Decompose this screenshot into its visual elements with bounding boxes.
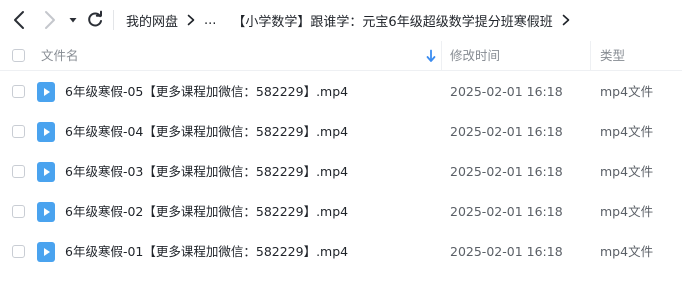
chevron-left-icon — [14, 11, 24, 29]
file-row[interactable]: 6年级寒假-01【更多课程加微信：582229】.mp4 2025-02-01 … — [0, 232, 682, 272]
breadcrumb-item-root[interactable]: 我的网盘 — [126, 11, 178, 30]
file-name[interactable]: 6年级寒假-04【更多课程加微信：582229】.mp4 — [65, 112, 348, 152]
file-type: mp4文件 — [600, 164, 654, 179]
caret-down-icon — [69, 18, 77, 23]
column-divider[interactable] — [590, 41, 591, 71]
video-file-icon — [37, 82, 55, 102]
file-row[interactable]: 6年级寒假-03【更多课程加微信：582229】.mp4 2025-02-01 … — [0, 152, 682, 192]
refresh-icon — [88, 10, 102, 27]
toolbar-divider — [113, 10, 114, 30]
chevron-right-icon — [45, 11, 55, 29]
column-header-name[interactable]: 文件名 — [41, 41, 79, 71]
file-name[interactable]: 6年级寒假-05【更多课程加微信：582229】.mp4 — [65, 72, 348, 112]
breadcrumb: 我的网盘 ... 【小学数学】跟谁学：元宝6年级超级数学提分班寒假班 — [126, 0, 579, 40]
file-name[interactable]: 6年级寒假-01【更多课程加微信：582229】.mp4 — [65, 232, 348, 272]
column-header-type[interactable]: 类型 — [600, 41, 625, 71]
history-dropdown-button[interactable] — [62, 8, 84, 32]
file-modified-date: 2025-02-01 16:18 — [450, 164, 563, 179]
column-divider[interactable] — [441, 41, 442, 71]
file-type: mp4文件 — [600, 124, 654, 139]
chevron-right-icon — [562, 14, 570, 26]
row-checkbox[interactable] — [12, 125, 25, 138]
file-type: mp4文件 — [600, 244, 654, 259]
file-row[interactable]: 6年级寒假-05【更多课程加微信：582229】.mp4 2025-02-01 … — [0, 72, 682, 112]
file-modified-date: 2025-02-01 16:18 — [450, 84, 563, 99]
video-file-icon — [37, 122, 55, 142]
row-checkbox[interactable] — [12, 165, 25, 178]
back-button[interactable] — [8, 8, 32, 32]
video-file-icon — [37, 242, 55, 262]
sort-descending-icon[interactable] — [425, 49, 437, 63]
breadcrumb-item-ellipsis[interactable]: ... — [204, 13, 216, 28]
breadcrumb-item-current[interactable]: 【小学数学】跟谁学：元宝6年级超级数学提分班寒假班 — [232, 11, 552, 30]
file-row[interactable]: 6年级寒假-04【更多课程加微信：582229】.mp4 2025-02-01 … — [0, 112, 682, 152]
forward-button[interactable] — [37, 8, 61, 32]
toolbar: 我的网盘 ... 【小学数学】跟谁学：元宝6年级超级数学提分班寒假班 — [0, 0, 682, 40]
file-modified-date: 2025-02-01 16:18 — [450, 124, 563, 139]
chevron-right-icon — [187, 14, 195, 26]
video-file-icon — [37, 162, 55, 182]
column-header-modified[interactable]: 修改时间 — [450, 41, 500, 71]
file-type: mp4文件 — [600, 204, 654, 219]
file-row[interactable]: 6年级寒假-02【更多课程加微信：582229】.mp4 2025-02-01 … — [0, 192, 682, 232]
file-modified-date: 2025-02-01 16:18 — [450, 204, 563, 219]
file-list-header: 文件名 修改时间 类型 — [0, 41, 682, 71]
file-name[interactable]: 6年级寒假-03【更多课程加微信：582229】.mp4 — [65, 152, 348, 192]
refresh-button[interactable] — [83, 8, 107, 32]
video-file-icon — [37, 202, 55, 222]
file-modified-date: 2025-02-01 16:18 — [450, 244, 563, 259]
row-checkbox[interactable] — [12, 85, 25, 98]
select-all-checkbox[interactable] — [12, 49, 25, 62]
file-name[interactable]: 6年级寒假-02【更多课程加微信：582229】.mp4 — [65, 192, 348, 232]
row-checkbox[interactable] — [12, 205, 25, 218]
file-type: mp4文件 — [600, 84, 654, 99]
row-checkbox[interactable] — [12, 245, 25, 258]
